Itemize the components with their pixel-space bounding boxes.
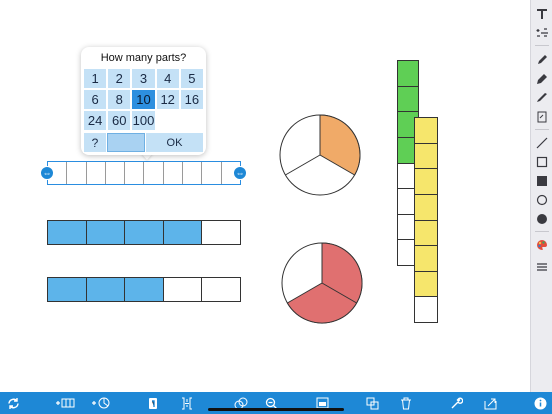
info-icon[interactable]: [532, 395, 548, 411]
stack-part[interactable]: [415, 194, 437, 221]
fraction-format-icon[interactable]: [534, 25, 550, 41]
bar-part[interactable]: [183, 162, 203, 184]
editing-bar[interactable]: [47, 161, 241, 185]
bar-part[interactable]: [48, 221, 87, 244]
stack-part[interactable]: [415, 143, 437, 170]
add-circle-icon[interactable]: [91, 395, 111, 411]
parts-number-grid: 1 2 3 4 5 6 8 10 12 16 24 60 100: [83, 68, 204, 131]
note-icon[interactable]: [534, 109, 550, 125]
circle-thirds-orange[interactable]: [279, 114, 361, 196]
home-indicator: [208, 408, 344, 411]
stack-part[interactable]: [415, 169, 437, 195]
bar-4-of-5[interactable]: [47, 220, 241, 245]
bar-part[interactable]: [125, 278, 164, 301]
line-icon[interactable]: [534, 135, 550, 151]
bar-part[interactable]: [202, 162, 222, 184]
circle-filled-icon[interactable]: [534, 211, 550, 227]
stack-part[interactable]: [415, 246, 437, 272]
stack-part[interactable]: [415, 118, 437, 144]
resize-left-handle-icon[interactable]: ⇔: [40, 166, 54, 180]
custom-parts-row: ? OK: [83, 132, 204, 153]
parts-option-60[interactable]: 60: [107, 110, 132, 131]
fraction-label-icon[interactable]: [179, 395, 195, 411]
duplicate-icon[interactable]: [364, 395, 380, 411]
stack-part[interactable]: [415, 220, 437, 247]
circle-outline-icon[interactable]: [534, 192, 550, 208]
bar-part[interactable]: [125, 162, 145, 184]
parts-option-16[interactable]: 16: [179, 89, 204, 110]
custom-parts-label: ?: [83, 132, 107, 153]
stack-part[interactable]: [415, 297, 437, 322]
marker-icon[interactable]: [534, 71, 550, 87]
trash-icon[interactable]: [398, 395, 414, 411]
resize-right-handle-icon[interactable]: ⇔: [233, 166, 247, 180]
bar-part[interactable]: [48, 278, 87, 301]
parts-option-5[interactable]: 5: [179, 68, 204, 89]
parts-option-10[interactable]: 10: [131, 89, 156, 110]
pen-icon[interactable]: [534, 52, 550, 68]
parts-option-24[interactable]: 24: [83, 110, 108, 131]
color-palette-icon[interactable]: [534, 237, 550, 253]
bar-part[interactable]: [125, 221, 164, 244]
parts-popover: How many parts? 1 2 3 4 5 6 8 10 12 16 24 60 100 ? O…: [81, 47, 206, 155]
label-icon[interactable]: [145, 395, 161, 411]
text-icon[interactable]: [534, 6, 550, 22]
bar-part[interactable]: [202, 278, 240, 301]
bar-part[interactable]: [164, 278, 203, 301]
stack-part[interactable]: [398, 86, 418, 113]
bar-part[interactable]: [87, 162, 106, 184]
menu-icon[interactable]: [534, 259, 550, 275]
popover-title: How many parts?: [100, 52, 187, 64]
bar-part[interactable]: [164, 162, 184, 184]
wrench-icon[interactable]: [448, 395, 464, 411]
stack-part[interactable]: [415, 271, 437, 298]
ok-button[interactable]: OK: [145, 132, 204, 153]
circle-thirds-red[interactable]: [281, 242, 363, 324]
parts-option-2[interactable]: 2: [107, 68, 132, 89]
share-icon[interactable]: [482, 395, 498, 411]
highlighter-icon[interactable]: [534, 90, 550, 106]
stack-part[interactable]: [398, 61, 418, 87]
bar-part[interactable]: [67, 162, 87, 184]
bar-part[interactable]: [202, 221, 240, 244]
parts-option-12[interactable]: 12: [155, 89, 180, 110]
bar-part[interactable]: [86, 278, 126, 301]
bar-part[interactable]: [106, 162, 126, 184]
bar-3-of-5[interactable]: [47, 277, 241, 302]
parts-option-4[interactable]: 4: [155, 68, 180, 89]
refresh-icon[interactable]: [5, 395, 21, 411]
parts-option-100[interactable]: 100: [131, 110, 156, 131]
rectangle-filled-icon[interactable]: [534, 173, 550, 189]
yellow-stack[interactable]: [414, 117, 438, 323]
parts-option-6[interactable]: 6: [83, 89, 108, 110]
bar-part[interactable]: [144, 162, 164, 184]
right-toolbar: [530, 0, 552, 392]
custom-parts-input[interactable]: [107, 133, 145, 152]
parts-option-1[interactable]: 1: [83, 68, 108, 89]
parts-option-3[interactable]: 3: [131, 68, 156, 89]
rectangle-outline-icon[interactable]: [534, 154, 550, 170]
parts-option-8[interactable]: 8: [107, 89, 132, 110]
add-bar-icon[interactable]: [55, 395, 75, 411]
bar-part[interactable]: [163, 221, 203, 244]
bar-part[interactable]: [86, 221, 126, 244]
